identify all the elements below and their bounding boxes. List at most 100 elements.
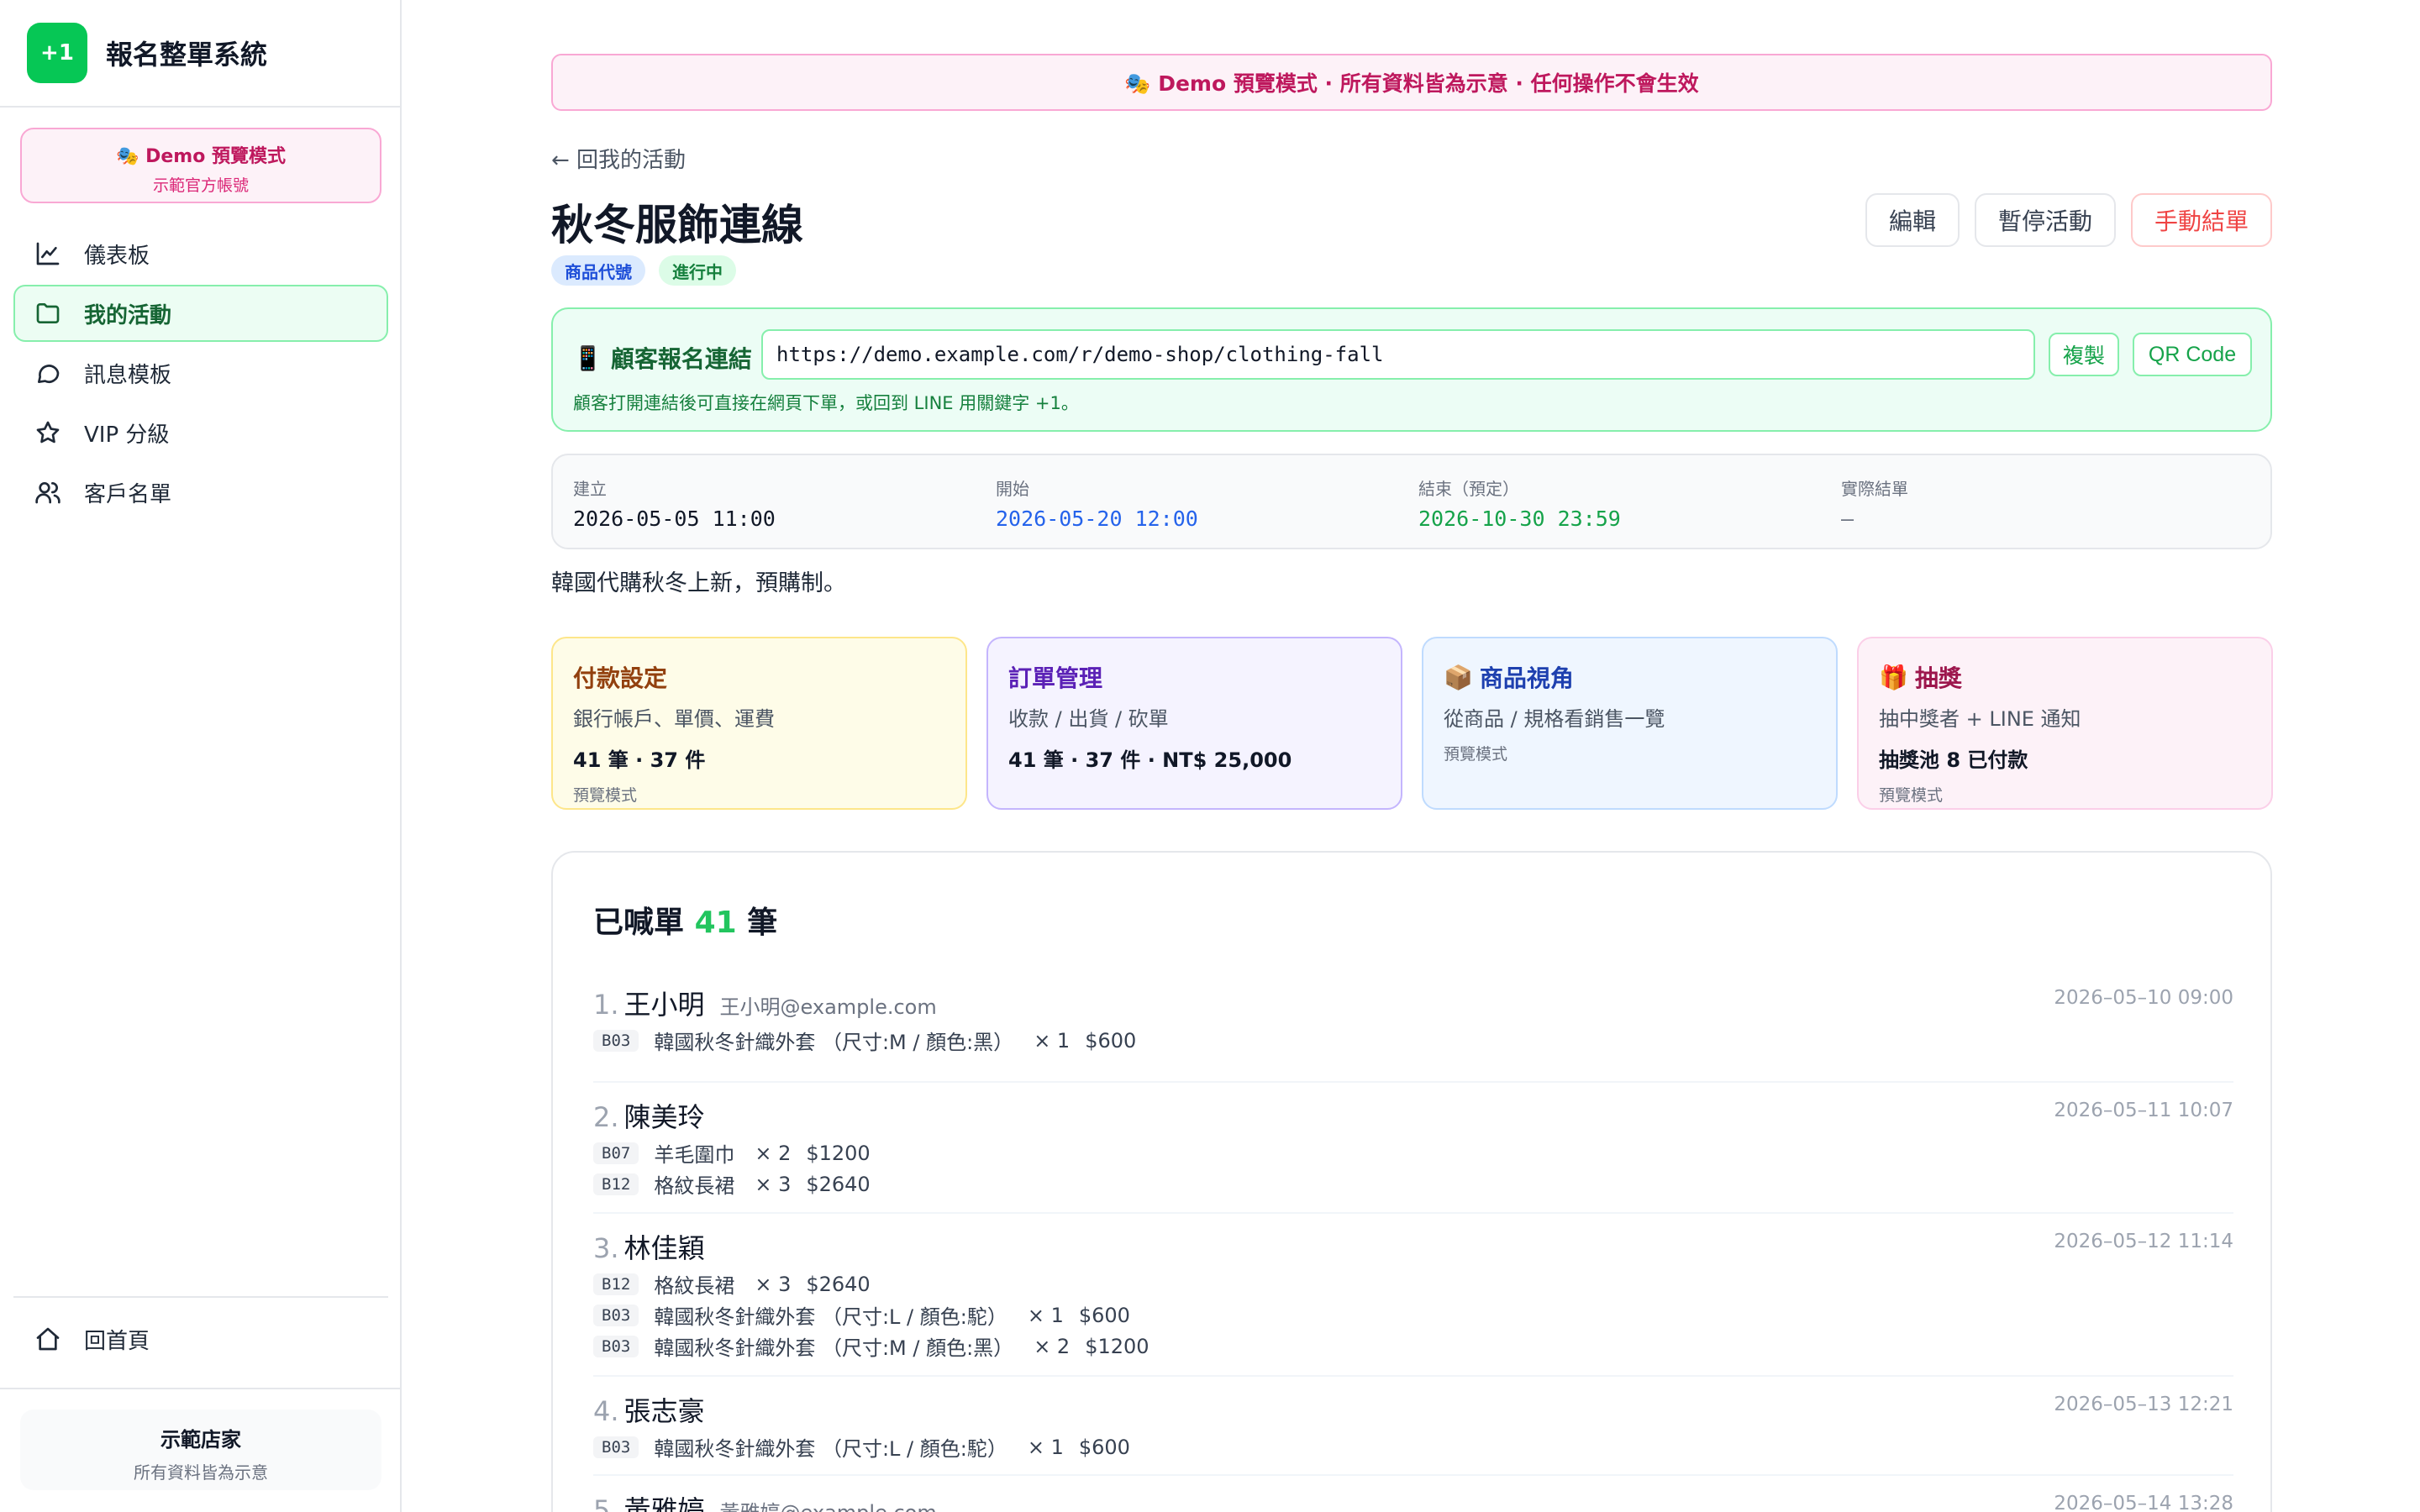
product-code: B03	[593, 1335, 639, 1357]
order-row[interactable]: 1. 王小明 王小明@example.com 2026–05–10 09:00 …	[593, 984, 2233, 1083]
order-number: 2.	[593, 1101, 619, 1133]
order-management-card[interactable]: 訂單管理 收款 / 出貨 / 砍單 41 筆 · 37 件 · NT$ 25,0…	[986, 637, 1402, 810]
order-row[interactable]: 3. 林佳穎 2026–05–12 11:14 B12 格紋長裙 × 3 $26…	[593, 1214, 2233, 1377]
package-icon: 📦	[1444, 663, 1473, 691]
orders-title: 已喊單 41 筆	[593, 898, 777, 942]
date-label: 開始	[996, 479, 1029, 499]
feature-subtitle: 收款 / 出貨 / 砍單	[1008, 707, 1169, 731]
order-header: 3. 林佳穎	[593, 1227, 2233, 1266]
order-time: 2026–05–10 09:00	[2054, 987, 2233, 1009]
sidebar-nav: 儀表板 我的活動 訊息模板 VIP 分級 客戶名單	[13, 225, 388, 523]
order-item: B03 韓國秋冬針織外套 （尺寸:L / 顏色:駝） × 1 $600	[593, 1434, 2233, 1461]
sidebar-item-label: 回首頁	[84, 1328, 150, 1354]
feature-metric: 41 筆 · 37 件	[573, 748, 706, 772]
product-code: B12	[593, 1173, 639, 1195]
signup-link-hint: 顧客打開連結後可直接在網頁下單，或回到 LINE 用關鍵字 +1。	[573, 393, 1079, 413]
feature-title-row: 🎁 抽獎	[1879, 660, 2251, 694]
shop-note: 所有資料皆為示意	[134, 1462, 268, 1483]
item-qty: × 2	[1034, 1334, 1071, 1358]
order-number: 1.	[593, 989, 619, 1021]
order-time: 2026–05–14 13:28	[2054, 1493, 2233, 1512]
sidebar-divider	[0, 1388, 402, 1389]
feature-title: 訂單管理	[1008, 664, 1103, 692]
event-badges: 商品代號 進行中	[551, 255, 736, 286]
date-value: —	[1841, 507, 1854, 531]
payment-settings-card[interactable]: 付款設定 銀行帳戶、單價、運費 41 筆 · 37 件 預覽模式	[551, 637, 967, 810]
item-qty: × 1	[1027, 1303, 1064, 1327]
order-row[interactable]: 5. 黃雅婷 黃雅婷@example.com 2026–05–14 13:28	[593, 1476, 2233, 1512]
gift-icon: 🎁	[1879, 663, 1908, 691]
customer-email: 王小明@example.com	[719, 995, 937, 1019]
home-icon	[34, 1325, 62, 1353]
order-item: B12 格紋長裙 × 3 $2640	[593, 1271, 2233, 1298]
manual-close-button[interactable]: 手動結單	[2130, 193, 2272, 247]
product-code: B07	[593, 1142, 639, 1164]
date-label: 實際結單	[1841, 479, 1908, 499]
feature-note: 預覽模式	[1879, 786, 1944, 805]
sidebar-item-message-templates[interactable]: 訊息模板	[13, 344, 388, 402]
item-price: $600	[1085, 1028, 1137, 1053]
item-qty: × 2	[755, 1141, 792, 1165]
sidebar-item-label: VIP 分級	[84, 422, 170, 448]
product-code: B03	[593, 1029, 639, 1052]
date-value: 2026-10-30 23:59	[1418, 507, 1621, 531]
copy-link-button[interactable]: 複製	[2049, 333, 2119, 376]
sidebar-item-customers[interactable]: 客戶名單	[13, 464, 388, 521]
qr-code-button[interactable]: QR Code	[2133, 333, 2252, 376]
item-qty: × 3	[755, 1172, 792, 1196]
order-item: B12 格紋長裙 × 3 $2640	[593, 1171, 2233, 1198]
product-view-card[interactable]: 📦 商品視角 從商品 / 規格看銷售一覽 預覽模式	[1422, 637, 1838, 810]
customer-email: 黃雅婷@example.com	[720, 1496, 937, 1512]
sidebar-item-label: 儀表板	[84, 243, 150, 269]
feature-title: 付款設定	[573, 664, 668, 692]
actual-close-date: 實際結單 —	[1841, 475, 1908, 531]
event-actions: 編輯 暫停活動 手動結單	[1865, 193, 2272, 247]
created-date: 建立 2026-05-05 11:00	[573, 475, 776, 531]
order-number: 4.	[593, 1395, 619, 1427]
product-name: 韓國秋冬針織外套 （尺寸:M / 顏色:黑）	[654, 1336, 1014, 1360]
date-label: 建立	[573, 479, 607, 499]
feature-note: 預覽模式	[573, 786, 638, 805]
product-name: 韓國秋冬針織外套 （尺寸:L / 顏色:駝）	[654, 1305, 1007, 1329]
edit-button[interactable]: 編輯	[1865, 193, 1960, 247]
brand[interactable]: +1 報名整單系統	[0, 0, 400, 108]
orders-title-prefix: 已喊單	[593, 906, 685, 940]
back-to-events-link[interactable]: ← 回我的活動	[551, 143, 686, 174]
date-label: 結束（預定）	[1418, 479, 1519, 499]
demo-mode-title: 🎭 Demo 預覽模式	[116, 146, 286, 167]
event-description: 韓國代購秋冬上新，預購制。	[551, 570, 846, 596]
signup-link-title: 顧客報名連結	[610, 345, 752, 373]
order-header: 2. 陳美玲	[593, 1096, 2233, 1135]
order-row[interactable]: 4. 張志豪 2026–05–13 12:21 B03 韓國秋冬針織外套 （尺寸…	[593, 1377, 2233, 1476]
chart-icon	[34, 239, 62, 268]
orders-count: 41	[694, 906, 737, 940]
users-icon	[34, 478, 62, 507]
demo-banner: 🎭 Demo 預覽模式 · 所有資料皆為示意 · 任何操作不會生效	[551, 54, 2272, 111]
sidebar-item-home[interactable]: 回首頁	[13, 1310, 388, 1368]
order-item: B07 羊毛圍巾 × 2 $1200	[593, 1140, 2233, 1167]
lottery-card[interactable]: 🎁 抽獎 抽中獎者 + LINE 通知 抽獎池 8 已付款 預覽模式	[1857, 637, 2273, 810]
sidebar-item-my-events[interactable]: 我的活動	[13, 285, 388, 342]
date-value: 2026-05-05 11:00	[573, 507, 776, 531]
sidebar-item-dashboard[interactable]: 儀表板	[13, 225, 388, 282]
order-header: 4. 張志豪	[593, 1390, 2233, 1429]
start-date: 開始 2026-05-20 12:00	[996, 475, 1198, 531]
order-time: 2026–05–13 12:21	[2054, 1394, 2233, 1415]
item-price: $2640	[806, 1272, 871, 1296]
pause-event-button[interactable]: 暫停活動	[1974, 193, 2116, 247]
sidebar-home-section: 回首頁	[13, 1310, 388, 1370]
orders-list-card: 已喊單 41 筆 1. 王小明 王小明@example.com 2026–05–…	[551, 851, 2272, 1512]
signup-link-label: 📱 顧客報名連結	[573, 341, 752, 375]
order-item: B03 韓國秋冬針織外套 （尺寸:L / 顏色:駝） × 1 $600	[593, 1302, 2233, 1329]
customer-name: 黃雅婷	[623, 1494, 705, 1512]
shop-info: 示範店家 所有資料皆為示意	[20, 1410, 381, 1490]
signup-link-field[interactable]: https://demo.example.com/r/demo-shop/clo…	[761, 329, 2035, 380]
status-badge: 進行中	[659, 255, 736, 286]
product-code: B12	[593, 1273, 639, 1295]
order-time: 2026–05–12 11:14	[2054, 1231, 2233, 1252]
feature-metric: 41 筆 · 37 件 · NT$ 25,000	[1008, 748, 1292, 772]
product-name: 韓國秋冬針織外套 （尺寸:L / 顏色:駝）	[654, 1437, 1007, 1461]
item-price: $1200	[1085, 1334, 1150, 1358]
order-row[interactable]: 2. 陳美玲 2026–05–11 10:07 B07 羊毛圍巾 × 2 $12…	[593, 1083, 2233, 1214]
sidebar-item-vip-tiers[interactable]: VIP 分級	[13, 404, 388, 461]
